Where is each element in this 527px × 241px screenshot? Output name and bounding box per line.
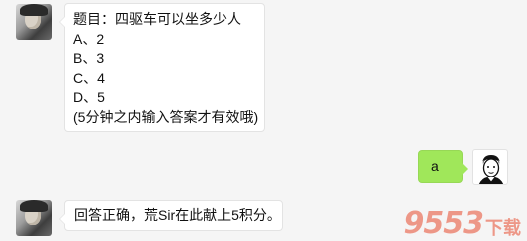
time-limit-note: (5分钟之内输入答案才有效哦) (73, 108, 259, 125)
question-title: 题目：四驱车可以坐多少人 (73, 11, 241, 27)
option-b: B、3 (73, 50, 105, 66)
user-avatar-face-icon (478, 155, 504, 184)
user-answer-text: a (431, 158, 439, 174)
watermark-text: 下载 (485, 218, 521, 238)
option-a: A、2 (73, 30, 105, 47)
watermark-number: 9553 (403, 206, 484, 241)
bot-avatar[interactable] (16, 200, 52, 236)
result-text: 回答正确，荒Sir在此献上5积分。 (74, 207, 281, 223)
bot-avatar[interactable] (16, 4, 52, 40)
question-bubble: 题目：四驱车可以坐多少人 A、2 B、3 C、4 D、5 (5分钟之内输入答案才… (59, 3, 265, 132)
option-c: C、4 (73, 69, 105, 86)
option-d: D、5 (73, 89, 105, 105)
user-answer-bubble: a (418, 150, 468, 183)
user-avatar[interactable] (472, 149, 508, 185)
site-watermark: 9553 下载 (404, 209, 522, 239)
result-bubble: 回答正确，荒Sir在此献上5积分。 (59, 200, 283, 231)
chat-window: 题目：四驱车可以坐多少人 A、2 B、3 C、4 D、5 (5分钟之内输入答案才… (0, 0, 527, 241)
